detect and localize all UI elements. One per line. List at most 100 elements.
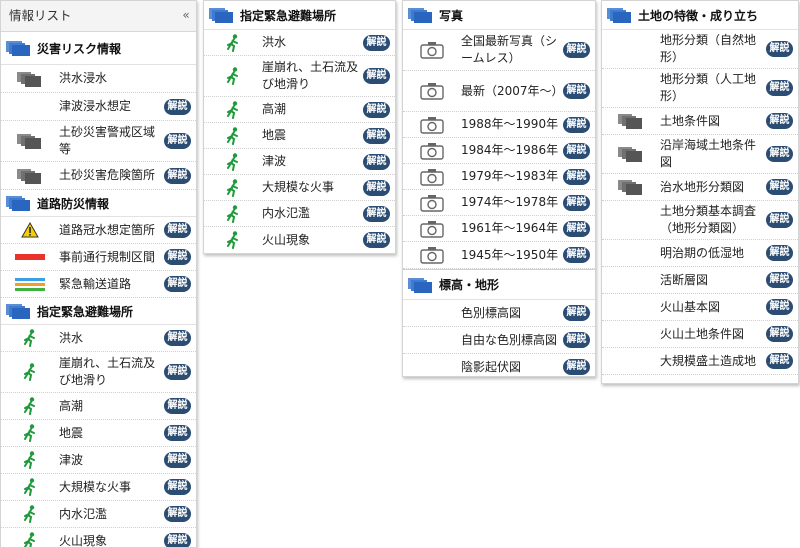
- section-land-features[interactable]: 土地の特徴・成り立ち: [602, 1, 798, 30]
- explain-button[interactable]: 解説: [164, 364, 191, 380]
- evac-inland-flood[interactable]: 内水氾濫 解説: [1, 501, 196, 528]
- photo-layer-3[interactable]: 1984年～1986年 解説: [403, 138, 595, 164]
- land-layer-6[interactable]: 明治期の低湿地 解説: [602, 240, 798, 267]
- explain-button[interactable]: 解説: [164, 330, 191, 346]
- explain-button[interactable]: 解説: [164, 167, 191, 184]
- explain-button[interactable]: 解説: [164, 425, 191, 441]
- evac-landslide[interactable]: 崖崩れ、土石流及び地滑り 解説: [204, 56, 395, 97]
- explain-button[interactable]: 解説: [164, 222, 191, 238]
- land-layer-9[interactable]: 火山土地条件図 解説: [602, 321, 798, 348]
- photo-layer-2[interactable]: 1988年～1990年 解説: [403, 112, 595, 138]
- photo-layer-5[interactable]: 1974年～1978年 解説: [403, 190, 595, 216]
- explain-button[interactable]: 解説: [164, 98, 191, 115]
- multicolor-lines-icon: [1, 277, 59, 291]
- evac-volcano[interactable]: 火山現象 解説: [1, 528, 196, 547]
- land-layer-2[interactable]: 土地条件図 解説: [602, 108, 798, 135]
- explain-button[interactable]: 解説: [766, 113, 793, 129]
- section-road-disaster[interactable]: 道路防災情報: [1, 190, 196, 217]
- land-layer-0[interactable]: 地形分類（自然地形） 解説: [602, 30, 798, 69]
- photo-layer-4[interactable]: 1979年～1983年 解説: [403, 164, 595, 190]
- elevation-layer-2[interactable]: 陰影起伏図 解説: [403, 354, 595, 376]
- explain-button[interactable]: 解説: [766, 272, 793, 288]
- land-layer-8[interactable]: 火山基本図 解説: [602, 294, 798, 321]
- explain-button[interactable]: 解説: [766, 41, 793, 57]
- photo-layer-6[interactable]: 1961年～1964年 解説: [403, 216, 595, 242]
- explain-button[interactable]: 解説: [363, 127, 390, 144]
- land-layer-3[interactable]: 沿岸海域土地条件図 解説: [602, 135, 798, 174]
- explain-button[interactable]: 解説: [363, 34, 390, 51]
- evac-earthquake[interactable]: 地震 解説: [1, 420, 196, 447]
- explain-button[interactable]: 解説: [363, 179, 390, 196]
- evac-large-fire[interactable]: 大規模な火事 解説: [1, 474, 196, 501]
- explain-button[interactable]: 解説: [766, 146, 793, 162]
- explain-button[interactable]: 解説: [766, 326, 793, 342]
- land-layer-10[interactable]: 大規模盛土造成地 解説: [602, 348, 798, 375]
- photo-layer-7[interactable]: 1945年～1950年 解説: [403, 242, 595, 269]
- explain-button[interactable]: 解説: [563, 168, 590, 185]
- section-elevation-terrain[interactable]: 標高・地形: [403, 269, 595, 300]
- explain-button[interactable]: 解説: [563, 332, 590, 348]
- evac-storm-surge[interactable]: 高潮 解説: [204, 97, 395, 123]
- elevation-layer-1[interactable]: 自由な色別標高図 解説: [403, 327, 595, 354]
- explain-button[interactable]: 解説: [766, 299, 793, 315]
- explain-button[interactable]: 解説: [363, 205, 390, 222]
- explain-button[interactable]: 解説: [563, 359, 590, 375]
- layer-sediment-danger-spot[interactable]: 土砂災害危険箇所 解説: [1, 162, 196, 190]
- explain-button[interactable]: 解説: [563, 116, 590, 133]
- section-designated-evacuation[interactable]: 指定緊急避難場所: [204, 1, 395, 30]
- land-layer-1[interactable]: 地形分類（人工地形） 解説: [602, 69, 798, 108]
- explain-button[interactable]: 解説: [563, 220, 590, 237]
- explain-button[interactable]: 解説: [766, 353, 793, 369]
- explain-button[interactable]: 解説: [363, 101, 390, 118]
- layer-label: 火山基本図: [660, 299, 721, 314]
- layer-advance-traffic-restriction[interactable]: 事前通行規制区間 解説: [1, 244, 196, 271]
- evac-tsunami[interactable]: 津波 解説: [204, 149, 395, 175]
- section-photo[interactable]: 写真: [403, 1, 595, 30]
- explain-button[interactable]: 解説: [766, 212, 793, 228]
- photo-layer-0[interactable]: 全国最新写真（シームレス） 解説: [403, 30, 595, 71]
- photo-layer-1[interactable]: 最新（2007年～） 解説: [403, 71, 595, 112]
- explain-button[interactable]: 解説: [164, 249, 191, 265]
- explain-button[interactable]: 解説: [563, 142, 590, 159]
- section-designated-evacuation[interactable]: 指定緊急避難場所: [1, 298, 196, 325]
- layer-flood[interactable]: 洪水浸水: [1, 65, 196, 93]
- land-layer-5[interactable]: 土地分類基本調査（地形分類図） 解説: [602, 201, 798, 240]
- explain-button[interactable]: 解説: [164, 452, 191, 468]
- land-layer-4[interactable]: 治水地形分類図 解説: [602, 174, 798, 201]
- evac-volcano[interactable]: 火山現象 解説: [204, 227, 395, 253]
- land-layer-7[interactable]: 活断層図 解説: [602, 267, 798, 294]
- explain-button[interactable]: 解説: [164, 133, 191, 149]
- explain-button[interactable]: 解説: [363, 68, 390, 84]
- layer-sediment-warning-area[interactable]: 土砂災害警戒区域等 解説: [1, 121, 196, 162]
- layer-label: 道路冠水想定箇所: [59, 222, 156, 237]
- explain-button[interactable]: 解説: [563, 83, 590, 99]
- evac-landslide[interactable]: 崖崩れ、土石流及び地滑り 解説: [1, 352, 196, 393]
- explain-button[interactable]: 解説: [766, 80, 793, 96]
- evac-inland-flood[interactable]: 内水氾濫 解説: [204, 201, 395, 227]
- section-disaster-risk[interactable]: 災害リスク情報: [1, 32, 196, 65]
- explain-button[interactable]: 解説: [563, 247, 590, 263]
- explain-button[interactable]: 解説: [766, 245, 793, 261]
- elevation-layer-0[interactable]: 色別標高図 解説: [403, 300, 595, 327]
- evac-large-fire[interactable]: 大規模な火事 解説: [204, 175, 395, 201]
- explain-button[interactable]: 解説: [563, 42, 590, 58]
- collapse-panel-icon[interactable]: «: [178, 7, 194, 23]
- explain-button[interactable]: 解説: [563, 305, 590, 321]
- evac-flood[interactable]: 洪水 解説: [1, 325, 196, 352]
- explain-button[interactable]: 解説: [766, 179, 793, 195]
- evac-earthquake[interactable]: 地震 解説: [204, 123, 395, 149]
- explain-button[interactable]: 解説: [164, 506, 191, 522]
- explain-button[interactable]: 解説: [164, 479, 191, 495]
- layer-road-flooding[interactable]: 道路冠水想定箇所 解説: [1, 217, 196, 244]
- evac-tsunami[interactable]: 津波 解説: [1, 447, 196, 474]
- explain-button[interactable]: 解説: [363, 232, 390, 248]
- layer-emergency-transport-road[interactable]: 緊急輸送道路 解説: [1, 271, 196, 298]
- explain-button[interactable]: 解説: [563, 194, 590, 211]
- explain-button[interactable]: 解説: [164, 398, 191, 414]
- layer-tsunami-inundation[interactable]: 津波浸水想定 解説: [1, 93, 196, 121]
- explain-button[interactable]: 解説: [164, 533, 191, 547]
- evac-flood[interactable]: 洪水 解説: [204, 30, 395, 56]
- evac-storm-surge[interactable]: 高潮 解説: [1, 393, 196, 420]
- explain-button[interactable]: 解説: [164, 276, 191, 292]
- explain-button[interactable]: 解説: [363, 153, 390, 170]
